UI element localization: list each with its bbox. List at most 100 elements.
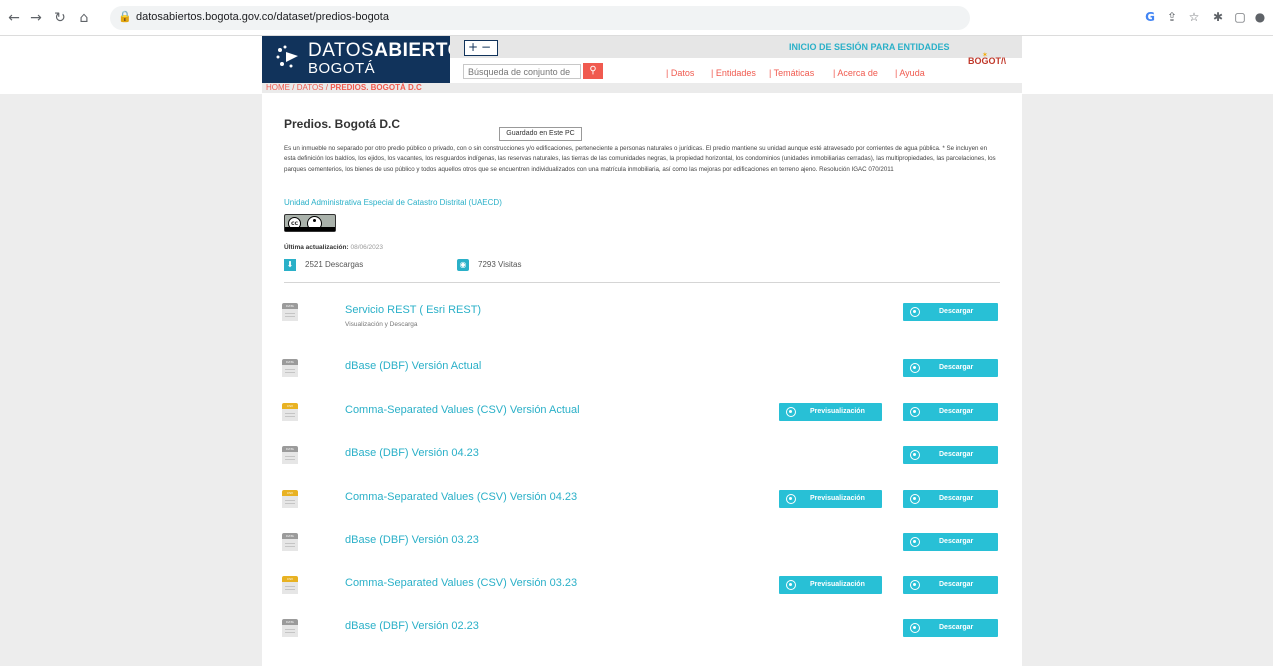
- search-input[interactable]: [463, 64, 581, 79]
- download-icon: [910, 307, 920, 317]
- download-button[interactable]: Descargar: [903, 533, 998, 551]
- page-container: DATOSABIERTOS BOGOTÁ +− INICIO DE SESIÓN…: [262, 36, 1022, 666]
- nav-datos[interactable]: | Datos: [666, 68, 694, 78]
- file-body: [282, 625, 298, 637]
- download-label: Descargar: [939, 624, 974, 631]
- csv-file-icon: CSV: [282, 576, 298, 594]
- file-body: [282, 409, 298, 421]
- resource-title[interactable]: Servicio REST ( Esri REST): [345, 304, 481, 316]
- address-text: datosabiertos.bogota.gov.co/dataset/pred…: [136, 11, 389, 23]
- sidepanel-icon[interactable]: ▢: [1232, 9, 1248, 25]
- back-icon[interactable]: ←: [6, 10, 22, 26]
- resource-row: CSV Comma-Separated Values (CSV) Versión …: [262, 576, 1022, 606]
- download-label: Descargar: [939, 308, 974, 315]
- download-count-icon: ⬇: [284, 259, 296, 271]
- eye-icon: [786, 494, 796, 504]
- download-icon: [910, 450, 920, 460]
- csv-file-icon: CSV: [282, 403, 298, 421]
- download-button[interactable]: Descargar: [903, 359, 998, 377]
- resource-title[interactable]: Comma-Separated Values (CSV) Versión 04.…: [345, 491, 577, 503]
- file-body: [282, 452, 298, 464]
- share-icon[interactable]: ⇪: [1164, 9, 1180, 25]
- login-link[interactable]: INICIO DE SESIÓN PARA ENTIDADES: [789, 42, 950, 52]
- nav-entidades[interactable]: | Entidades: [711, 68, 756, 78]
- bogota-brand-logo[interactable]: BOGOT/\: [968, 56, 1006, 66]
- data-file-icon: DATA: [282, 303, 298, 321]
- google-icon[interactable]: G: [1142, 9, 1158, 25]
- preview-button[interactable]: Previsualización: [779, 490, 882, 508]
- download-icon: [910, 494, 920, 504]
- download-button[interactable]: Descargar: [903, 303, 998, 321]
- breadcrumb-home[interactable]: HOME: [266, 83, 290, 92]
- file-body: [282, 365, 298, 377]
- visits-count-icon: ◉: [457, 259, 469, 271]
- resource-row: DATA Servicio REST ( Esri REST) Visualizac…: [262, 303, 1022, 333]
- resource-subtitle: Visualización y Descarga: [345, 321, 418, 328]
- search-icon: ⚲: [589, 65, 597, 76]
- download-icon: [910, 623, 920, 633]
- extensions-icon[interactable]: ✱: [1210, 9, 1226, 25]
- nav-ayuda[interactable]: | Ayuda: [895, 68, 925, 78]
- resource-title[interactable]: dBase (DBF) Versión 03.23: [345, 534, 479, 546]
- browser-toolbar: ← → ↻ ⌂ 🔒 datosabiertos.bogota.gov.co/da…: [0, 0, 1273, 36]
- data-file-icon: DATA: [282, 359, 298, 377]
- download-icon: [910, 407, 920, 417]
- preview-label: Previsualización: [810, 581, 865, 588]
- download-button[interactable]: Descargar: [903, 490, 998, 508]
- logo-subtitle: BOGOTÁ: [308, 60, 376, 77]
- resource-title[interactable]: Comma-Separated Values (CSV) Versión Act…: [345, 404, 580, 416]
- forward-icon[interactable]: →: [28, 10, 44, 26]
- dataset-description: Es un inmueble no separado por otro pred…: [284, 145, 996, 173]
- resource-title[interactable]: dBase (DBF) Versión Actual: [345, 360, 481, 372]
- organization-link[interactable]: Unidad Administrativa Especial de Catast…: [284, 198, 502, 207]
- updated-date: 08/06/2023: [350, 244, 384, 251]
- download-button[interactable]: Descargar: [903, 446, 998, 464]
- star-icon[interactable]: ☆: [1186, 9, 1202, 25]
- search-button[interactable]: ⚲: [583, 63, 603, 79]
- resource-title[interactable]: dBase (DBF) Versión 04.23: [345, 447, 479, 459]
- download-icon: [910, 537, 920, 547]
- badge-strip: [285, 227, 335, 231]
- divider: [284, 282, 1000, 283]
- data-file-icon: DATA: [282, 619, 298, 637]
- download-button[interactable]: Descargar: [903, 403, 998, 421]
- nav-acerca[interactable]: | Acerca de: [833, 68, 878, 78]
- download-button[interactable]: Descargar: [903, 576, 998, 594]
- home-icon[interactable]: ⌂: [76, 10, 92, 26]
- breadcrumb-datos[interactable]: DATOS: [297, 83, 324, 92]
- profile-icon[interactable]: ●: [1252, 9, 1268, 25]
- dataset-title: Predios. Bogotá D.C: [284, 117, 401, 131]
- site-logo[interactable]: DATOSABIERTOS BOGOTÁ: [262, 36, 476, 83]
- reload-icon[interactable]: ↻: [52, 10, 68, 26]
- logo-mark-icon: [276, 45, 298, 68]
- cc-license-badge[interactable]: cc: [284, 214, 336, 232]
- download-button[interactable]: Descargar: [903, 619, 998, 637]
- nav-tematicas[interactable]: | Temáticas: [769, 68, 814, 78]
- saved-tooltip: Guardado en Este PC: [499, 127, 582, 141]
- resource-title[interactable]: dBase (DBF) Versión 02.23: [345, 620, 479, 632]
- address-bar[interactable]: 🔒 datosabiertos.bogota.gov.co/dataset/pr…: [110, 6, 970, 30]
- download-count: 2521 Descargas: [305, 260, 364, 269]
- preview-button[interactable]: Previsualización: [779, 576, 882, 594]
- eye-icon: [786, 580, 796, 590]
- resource-row: CSV Comma-Separated Values (CSV) Versión …: [262, 403, 1022, 433]
- download-label: Descargar: [939, 364, 974, 371]
- file-body: [282, 496, 298, 508]
- zoom-buttons[interactable]: +−: [464, 40, 498, 56]
- file-body: [282, 309, 298, 321]
- file-body: [282, 582, 298, 594]
- last-updated: Última actualización: 08/06/2023: [284, 244, 383, 251]
- lock-icon[interactable]: 🔒: [118, 10, 132, 23]
- breadcrumb-current: PREDIOS. BOGOTÁ D.C: [330, 83, 422, 92]
- visits-count: 7293 Visitas: [478, 260, 522, 269]
- data-file-icon: DATA: [282, 533, 298, 551]
- csv-file-icon: CSV: [282, 490, 298, 508]
- download-label: Descargar: [939, 495, 974, 502]
- resource-row: DATA dBase (DBF) Versión 02.23 Descargar: [262, 619, 1022, 649]
- download-label: Descargar: [939, 581, 974, 588]
- preview-button[interactable]: Previsualización: [779, 403, 882, 421]
- resource-title[interactable]: Comma-Separated Values (CSV) Versión 03.…: [345, 577, 577, 589]
- resource-row: CSV Comma-Separated Values (CSV) Versión …: [262, 490, 1022, 520]
- eye-icon: [786, 407, 796, 417]
- download-label: Descargar: [939, 408, 974, 415]
